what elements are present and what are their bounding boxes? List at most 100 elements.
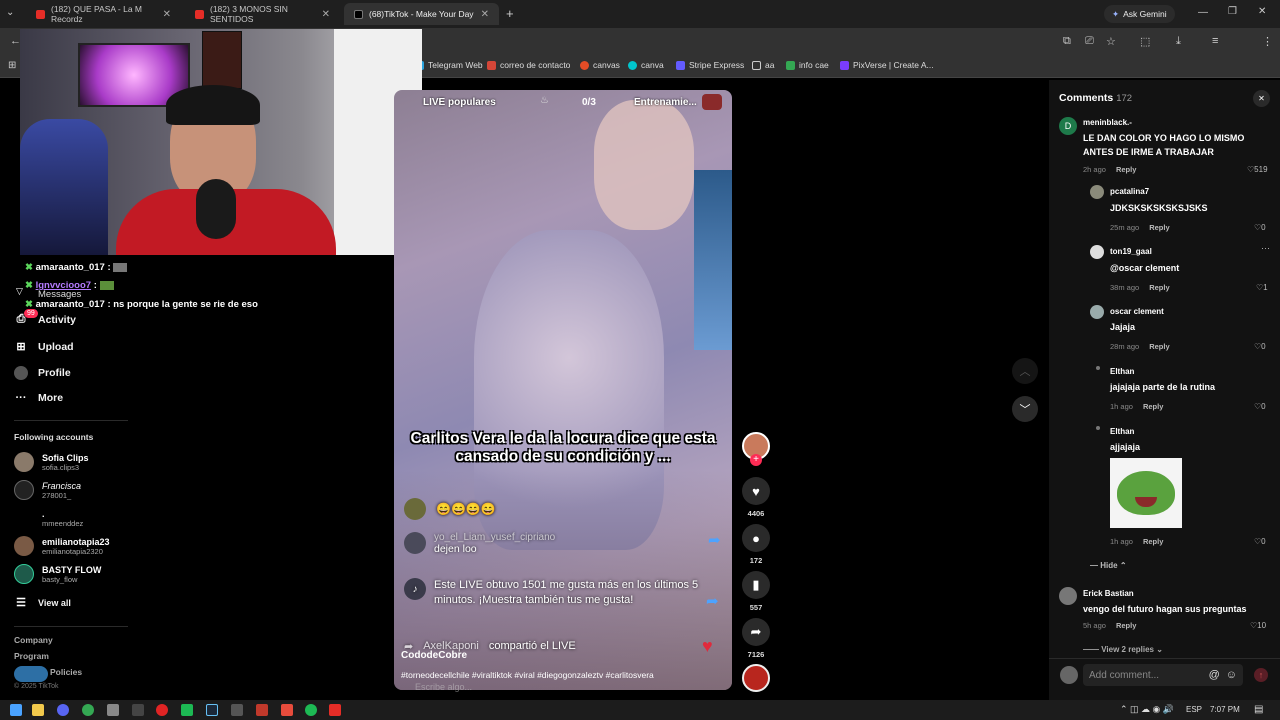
translate-icon[interactable]: ⧉ bbox=[1063, 35, 1071, 48]
bookmark-item[interactable]: PixVerse | Create A... bbox=[840, 60, 934, 70]
app-icon[interactable] bbox=[181, 704, 193, 716]
comment-likes[interactable]: ♡10 bbox=[1250, 621, 1266, 630]
bookmark-icon[interactable]: ▮ bbox=[742, 571, 770, 599]
file-explorer-icon[interactable] bbox=[32, 704, 44, 716]
language-indicator[interactable]: ESP bbox=[1186, 705, 1202, 714]
maximize-icon[interactable]: ❐ bbox=[1228, 6, 1237, 17]
steam-icon[interactable] bbox=[206, 704, 218, 716]
clock[interactable]: 7:07 PM bbox=[1210, 705, 1240, 714]
reply-button[interactable]: Reply bbox=[1149, 342, 1169, 351]
comment-user[interactable]: Erick Bastian bbox=[1083, 589, 1134, 598]
share-icon[interactable]: ➦ bbox=[742, 618, 770, 646]
tab-1[interactable]: (182) QUE PASA - La M Recordz ✕ bbox=[26, 3, 181, 25]
emoji-icon[interactable]: ☺ bbox=[1226, 669, 1237, 681]
hide-replies-button[interactable]: — Hide ⌃ bbox=[1090, 561, 1127, 570]
live-populares-label[interactable]: LIVE populares bbox=[423, 97, 496, 108]
spotify-icon[interactable] bbox=[305, 704, 317, 716]
windows-start-icon[interactable] bbox=[10, 704, 22, 716]
app-icon[interactable] bbox=[132, 704, 144, 716]
settings-icon[interactable] bbox=[107, 704, 119, 716]
like-action[interactable]: ♥ 4406 bbox=[742, 477, 770, 518]
following-account[interactable]: BASTY FLOW basty_flow bbox=[14, 564, 101, 584]
discord-icon[interactable] bbox=[57, 704, 69, 716]
bookmark-item[interactable]: Stripe Express bbox=[676, 60, 744, 70]
comment-likes[interactable]: ♡0 bbox=[1254, 537, 1266, 546]
share-live-icon[interactable]: ➦ bbox=[708, 531, 721, 549]
minimize-icon[interactable]: — bbox=[1198, 7, 1208, 18]
close-icon[interactable]: ✕ bbox=[163, 9, 171, 20]
notifications-icon[interactable]: ▤ bbox=[1254, 704, 1263, 715]
footer-program[interactable]: Program bbox=[14, 651, 49, 661]
comment-image[interactable] bbox=[1110, 458, 1182, 528]
bookmark-item[interactable]: aa bbox=[752, 60, 774, 70]
comment-user[interactable]: ton19_gaal bbox=[1110, 247, 1152, 256]
comment-user[interactable]: meninblack.- bbox=[1083, 118, 1132, 127]
floating-toggle[interactable] bbox=[14, 666, 48, 682]
bookmark-item[interactable]: Telegram Web bbox=[415, 60, 483, 70]
bookmark-item[interactable]: correo de contacto bbox=[487, 60, 570, 70]
music-disc[interactable] bbox=[742, 664, 770, 692]
reply-button[interactable]: Reply bbox=[1149, 283, 1169, 292]
following-account[interactable]: Francisca 278001_ bbox=[14, 480, 81, 500]
next-video-button[interactable]: ﹀ bbox=[1012, 396, 1038, 422]
heart-icon[interactable]: ♥ bbox=[742, 477, 770, 505]
avatar[interactable] bbox=[1090, 305, 1104, 319]
cast-icon[interactable]: ⎚ bbox=[1085, 35, 1094, 48]
following-account[interactable]: Sofia Clips sofia.clips3 bbox=[14, 452, 89, 472]
bookmark-item[interactable]: info cae bbox=[786, 60, 829, 70]
avatar[interactable] bbox=[1090, 245, 1104, 259]
ask-gemini-button[interactable]: ✦ Ask Gemini bbox=[1104, 5, 1175, 23]
following-account[interactable]: emilianotapia23 emilianotapia2320 bbox=[14, 536, 110, 556]
comment-likes[interactable]: ♡1 bbox=[1256, 283, 1268, 292]
tab-search-icon[interactable]: ⌄ bbox=[6, 7, 14, 18]
app-icon[interactable] bbox=[256, 704, 268, 716]
tab-2[interactable]: (182) 3 MONOS SIN SENTIDOS ✕ bbox=[185, 3, 340, 25]
heart-icon[interactable]: ♥ bbox=[702, 636, 713, 657]
comment-user[interactable]: Elthan bbox=[1110, 367, 1134, 376]
share-live-icon[interactable]: ➦ bbox=[706, 592, 719, 610]
mention-icon[interactable]: @ bbox=[1209, 669, 1220, 681]
comment-user[interactable]: pcatalina7 bbox=[1110, 187, 1149, 196]
more-options-icon[interactable]: ··· bbox=[1261, 243, 1270, 253]
chrome-icon[interactable] bbox=[82, 704, 94, 716]
comment-user[interactable]: Elthan bbox=[1110, 427, 1134, 436]
comment-action[interactable]: ● 172 bbox=[742, 524, 770, 565]
comment-user[interactable]: oscar clement bbox=[1110, 307, 1164, 316]
extensions-icon[interactable]: ⬚ bbox=[1140, 35, 1150, 48]
close-comments-button[interactable]: ✕ bbox=[1253, 90, 1270, 107]
comment-likes[interactable]: ♡0 bbox=[1254, 342, 1266, 351]
add-comment-input[interactable]: Add comment... @ ☺ bbox=[1083, 664, 1243, 686]
download-icon[interactable]: ⤓ bbox=[1176, 35, 1181, 48]
close-icon[interactable]: ✕ bbox=[481, 9, 489, 20]
reply-button[interactable]: Reply bbox=[1143, 537, 1163, 546]
footer-company[interactable]: Company bbox=[14, 635, 53, 645]
bookmark-item[interactable]: canvas bbox=[580, 60, 620, 70]
nav-more[interactable]: ··· More bbox=[14, 392, 64, 404]
video-hashtags[interactable]: #torneodecellchile #viraltiktok #viral #… bbox=[401, 670, 654, 680]
view-replies-button[interactable]: —— View 2 replies ⌄ bbox=[1083, 645, 1163, 654]
view-all-link[interactable]: ☰ View all bbox=[14, 596, 71, 609]
close-window-icon[interactable]: ✕ bbox=[1258, 6, 1266, 17]
previous-video-button[interactable]: ︿ bbox=[1012, 358, 1038, 384]
reply-button[interactable]: Reply bbox=[1116, 165, 1136, 174]
app-icon[interactable] bbox=[281, 704, 293, 716]
reading-list-icon[interactable]: ≡ bbox=[1212, 35, 1218, 47]
comment-icon[interactable]: ● bbox=[742, 524, 770, 552]
tab-3[interactable]: (68)TikTok - Make Your Day ✕ bbox=[344, 3, 499, 25]
comment-likes[interactable]: ♡0 bbox=[1254, 402, 1266, 411]
avatar[interactable] bbox=[1090, 185, 1104, 199]
app-icon[interactable] bbox=[231, 704, 243, 716]
avatar[interactable] bbox=[1059, 587, 1077, 605]
reply-button[interactable]: Reply bbox=[1149, 223, 1169, 232]
nav-profile[interactable]: Profile bbox=[14, 366, 71, 380]
new-tab-button[interactable]: + bbox=[506, 6, 514, 21]
menu-icon[interactable]: ⋮ bbox=[1262, 35, 1273, 48]
video-author[interactable]: CododeCobre bbox=[401, 650, 467, 661]
creator-avatar[interactable]: + bbox=[742, 432, 770, 466]
tray-icons[interactable]: ⌃ ◫ ☁ ◉ 🔊 bbox=[1120, 704, 1174, 715]
comment-likes[interactable]: ♡0 bbox=[1254, 223, 1266, 232]
reply-button[interactable]: Reply bbox=[1143, 402, 1163, 411]
obs-icon[interactable] bbox=[156, 704, 168, 716]
apps-icon[interactable]: ⊞ bbox=[8, 60, 16, 71]
nav-upload[interactable]: ⊞ Upload bbox=[14, 340, 73, 354]
